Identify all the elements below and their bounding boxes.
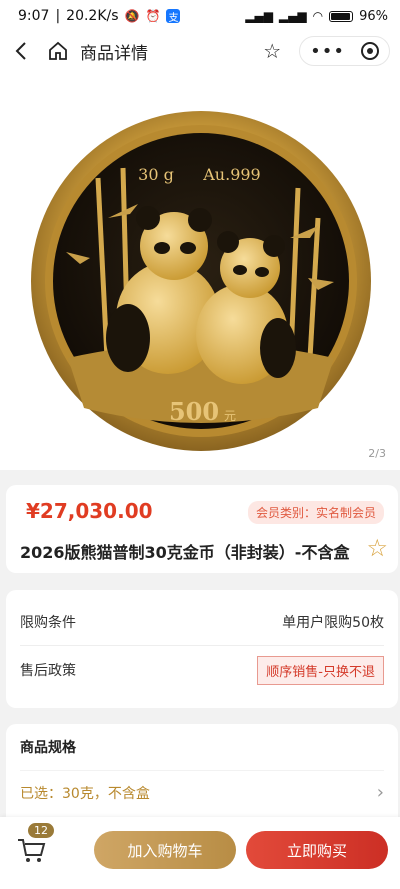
battery-level: 96 — [359, 8, 376, 24]
star-icon[interactable]: ☆ — [263, 39, 281, 63]
alarm-icon: ⏰ — [145, 9, 161, 23]
alipay-icon: 支 — [166, 9, 181, 24]
member-type-badge: 会员类别：实名制会员 — [247, 501, 384, 524]
coin-weight-text: 30 g — [138, 165, 174, 184]
status-speed: 20.2K/s — [66, 8, 119, 24]
purchase-limit-card: 限购条件 单用户限购50枚 售后政策 顺序销售-只换不退 — [6, 590, 398, 708]
signal-icon: ▂▄▆ — [245, 9, 273, 23]
cart-count-badge: 12 — [28, 823, 54, 838]
image-pager: 2/3 — [368, 447, 386, 460]
after-sales-badge: 顺序销售-只换不退 — [257, 655, 384, 685]
miniapp-capsule: ••• — [299, 36, 390, 66]
nav-right: ☆ ••• — [263, 36, 390, 66]
coin-purity-text: Au.999 — [202, 165, 260, 184]
close-miniapp-icon[interactable] — [361, 42, 379, 60]
after-sales-label: 售后政策 — [20, 663, 76, 679]
wifi-icon: ◠ — [312, 9, 324, 23]
price-card: ¥27,030.00 会员类别：实名制会员 2026版熊猫普制30克金币（非封装… — [6, 485, 398, 573]
status-time: 9:07 — [18, 8, 50, 24]
status-bar: 9:07 | 20.2K/s 🔕 ⏰ 支 ▂▄▆ ▂▄▆ ◠ 96% — [0, 0, 400, 32]
spec-selector[interactable]: 已选：30克，不含盒 › — [20, 770, 384, 814]
bottom-action-bar: 12 加入购物车 立即购买 — [0, 817, 400, 889]
status-separator: | — [55, 8, 61, 24]
back-button[interactable] — [10, 36, 32, 66]
coin-unit-text: 元 — [224, 409, 236, 423]
chevron-right-icon: › — [376, 782, 384, 803]
signal-icon-2: ▂▄▆ — [278, 9, 307, 23]
mute-icon: 🔕 — [124, 9, 140, 23]
product-image[interactable]: 30 g Au.999 500 元 2/3 — [0, 70, 400, 470]
chevron-left-icon — [15, 42, 26, 60]
product-price: ¥27,030.00 — [26, 499, 153, 523]
limit-row: 限购条件 单用户限购50枚 — [20, 598, 384, 646]
buy-now-button[interactable]: 立即购买 — [246, 831, 388, 869]
spec-title: 商品规格 — [20, 740, 76, 756]
gold-coin-image: 30 g Au.999 500 元 — [31, 111, 371, 451]
add-to-cart-button[interactable]: 加入购物车 — [94, 831, 236, 869]
spec-selected: 已选：30克，不含盒 — [20, 785, 150, 802]
after-sales-row: 售后政策 顺序销售-只换不退 — [20, 646, 384, 694]
cart-icon[interactable] — [16, 835, 46, 865]
home-button[interactable] — [44, 36, 72, 66]
battery-percent-sign: % — [375, 8, 388, 24]
favorite-star-icon[interactable]: ☆ — [366, 534, 388, 562]
limit-value: 单用户限购50枚 — [282, 614, 384, 631]
status-left: 9:07 | 20.2K/s 🔕 ⏰ 支 — [18, 8, 181, 24]
status-right: ▂▄▆ ▂▄▆ ◠ 96% — [245, 9, 388, 24]
limit-label: 限购条件 — [20, 614, 76, 631]
coin-value-text: 500 — [169, 397, 219, 426]
product-name: 2026版熊猫普制30克金币（非封装）-不含盒 — [20, 543, 350, 562]
page-title: 商品详情 — [80, 43, 148, 64]
nav-bar: 商品详情 ☆ ••• — [0, 32, 400, 70]
battery-icon — [329, 10, 354, 22]
home-icon — [49, 41, 67, 60]
more-icon[interactable]: ••• — [310, 41, 345, 62]
